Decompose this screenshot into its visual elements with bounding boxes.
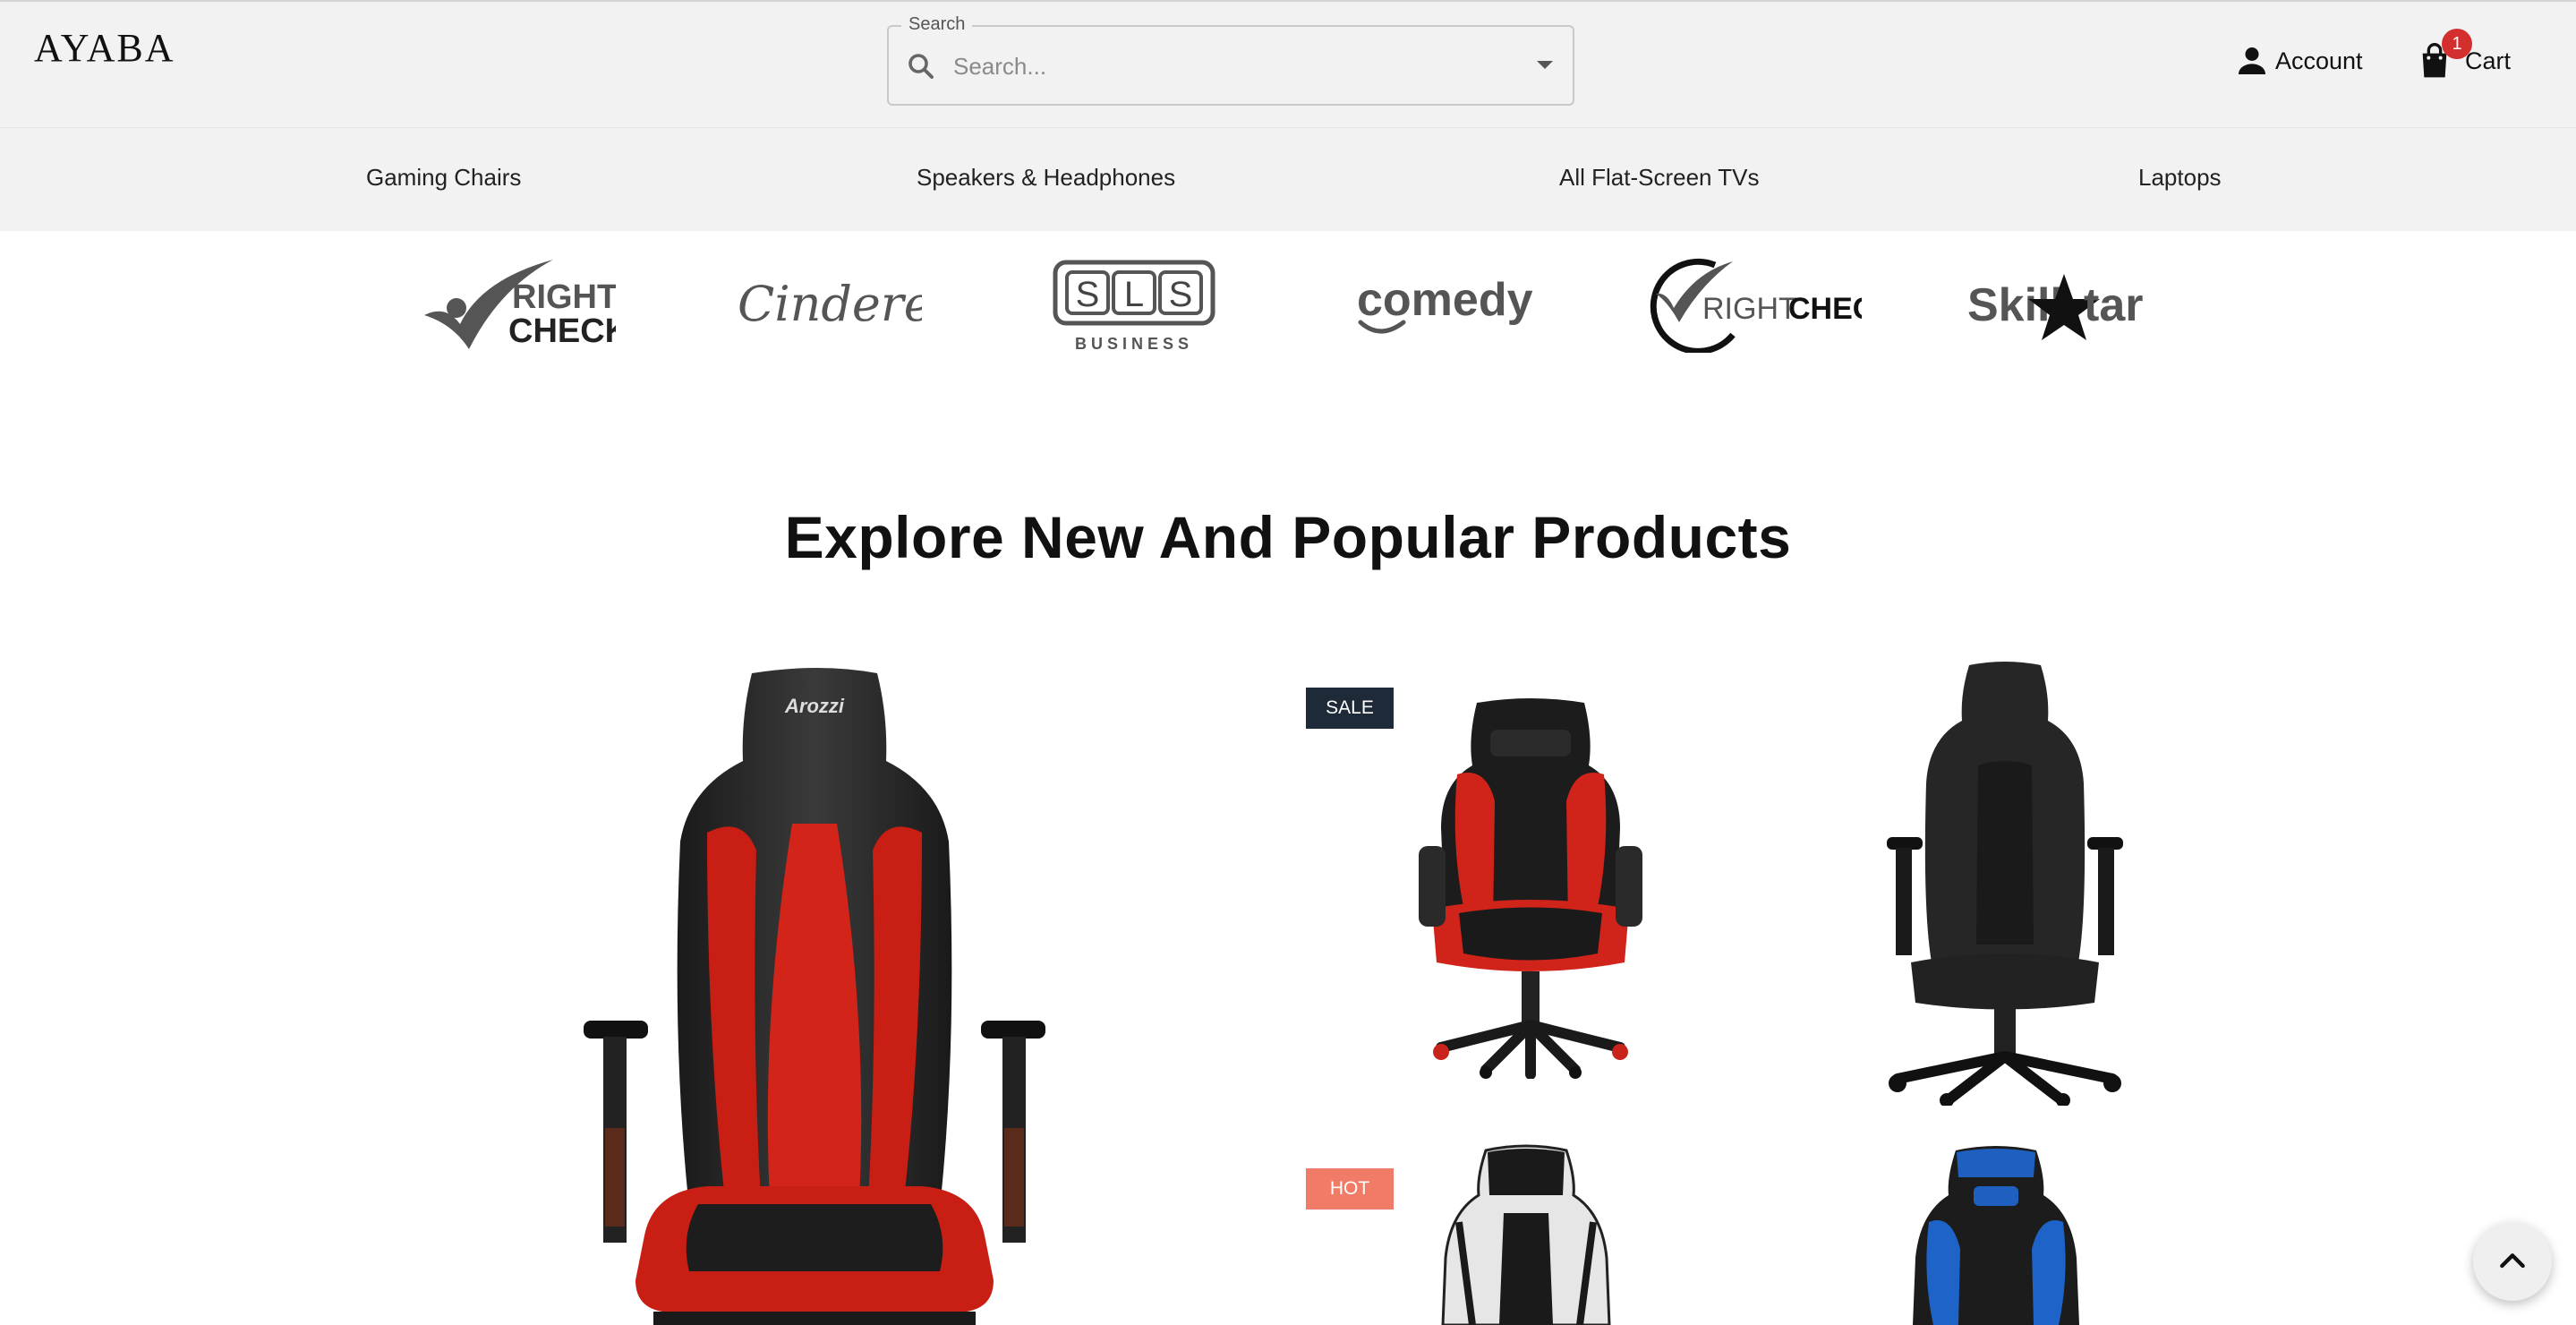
nav-item-flat-screen-tvs[interactable]: All Flat-Screen TVs (1559, 164, 1759, 192)
svg-text:S: S (1169, 275, 1193, 314)
site-header: AYABA Search Account 1 Cart (0, 2, 2576, 127)
brand-logo-comedy[interactable]: comedy (1353, 270, 1532, 342)
nav-item-gaming-chairs[interactable]: Gaming Chairs (366, 164, 521, 192)
product-card-blue-chair[interactable] (1906, 1141, 2086, 1325)
sale-badge: SALE (1306, 688, 1394, 729)
svg-text:RIGHT: RIGHT (1702, 292, 1797, 326)
search-dropdown-caret-icon[interactable] (1537, 61, 1553, 69)
brand-logo-sls-business[interactable]: S L S BUSINESS (1053, 260, 1215, 355)
brand-logo-sls-business-graphic: S L S BUSINESS (1053, 260, 1215, 353)
brand-logo-cinderella-graphic: Cinderella (738, 276, 922, 332)
product-card-red-black-chair[interactable] (1405, 694, 1656, 1080)
hot-badge: HOT (1306, 1168, 1394, 1210)
search-icon (908, 54, 934, 79)
category-nav: Gaming Chairs Speakers & Headphones All … (0, 127, 2576, 231)
person-icon (2239, 47, 2265, 74)
svg-text:BUSINESS: BUSINESS (1075, 335, 1193, 353)
product-card-white-chair[interactable] (1432, 1141, 1620, 1325)
account-button[interactable]: Account (2234, 43, 2363, 79)
brand-logo-rightcheck[interactable]: RIGHT CHECK (1643, 252, 1862, 353)
site-logo[interactable]: AYABA (34, 25, 175, 71)
brand-logo-rightcheck-graphic: RIGHT CHECK (1650, 258, 1862, 353)
search-field[interactable]: Search (887, 14, 1574, 106)
chevron-up-icon (2500, 1253, 2525, 1269)
svg-text:Cinderella: Cinderella (738, 276, 922, 332)
svg-text:comedy: comedy (1357, 274, 1532, 326)
section-title: Explore New And Popular Products (784, 504, 1792, 570)
product-card-black-chair[interactable] (1871, 658, 2139, 1107)
svg-text:RIGHT: RIGHT (512, 278, 616, 316)
search-label: Search (901, 14, 973, 35)
product-image-black-red-chair: Arozzi (584, 668, 1045, 1325)
nav-item-speakers-headphones[interactable]: Speakers & Headphones (917, 164, 1175, 192)
svg-text:tar: tar (2084, 279, 2143, 331)
brand-logo-cinderella[interactable]: Cinderella (734, 267, 922, 338)
svg-text:Arozzi: Arozzi (784, 695, 845, 717)
svg-text:CHECK: CHECK (508, 312, 616, 350)
svg-text:S: S (1076, 275, 1100, 314)
svg-text:L: L (1124, 275, 1144, 314)
brand-logo-comedy-graphic: comedy (1357, 274, 1532, 334)
nav-item-laptops[interactable]: Laptops (2138, 164, 2222, 192)
product-image-white-chair (1441, 1144, 1611, 1325)
cart-count-badge: 1 (2442, 29, 2472, 59)
product-card-featured-chair[interactable]: Arozzi (573, 662, 1074, 1325)
scroll-to-top-button[interactable] (2473, 1222, 2552, 1301)
brand-logo-right-check[interactable]: RIGHT CHECK (419, 252, 616, 351)
brand-logo-right-check-graphic: RIGHT CHECK (424, 260, 616, 350)
search-input[interactable] (953, 48, 1490, 84)
product-image-black-chair (1887, 662, 2123, 1107)
brand-logo-skillstar-graphic: Skill tar (1967, 274, 2143, 340)
brand-logos-strip: RIGHT CHECK Cinderella S L S BUSINESS co… (0, 231, 2576, 374)
cart-button[interactable]: 1 Cart (2417, 29, 2512, 81)
cart-icon-wrapper: 1 (2417, 29, 2472, 81)
svg-text:CHECK: CHECK (1788, 292, 1862, 326)
product-image-blue-chair (1913, 1146, 2079, 1325)
brand-logo-skillstar[interactable]: Skill tar (1964, 265, 2170, 342)
account-label: Account (2275, 47, 2363, 74)
cart-label: Cart (2465, 47, 2512, 74)
product-image-red-black-chair (1419, 698, 1642, 1080)
